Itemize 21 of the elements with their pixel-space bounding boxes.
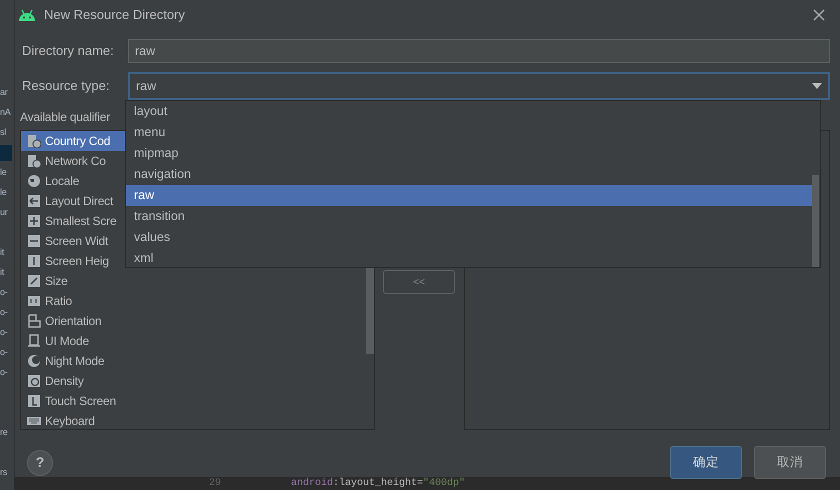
- background-text: le: [0, 166, 6, 178]
- background-text: sl: [0, 126, 6, 138]
- background-text: o-: [0, 306, 8, 318]
- background-text: re: [0, 426, 8, 438]
- background-text: o-: [0, 366, 8, 378]
- qualifiers-label: Available qualifier: [20, 109, 110, 126]
- background-text: ar: [0, 86, 8, 98]
- window-title: New Resource Directory: [44, 6, 185, 24]
- field-label: Resource type:: [22, 77, 110, 96]
- field-label: Directory name:: [22, 42, 115, 60]
- background-text: o-: [0, 286, 8, 298]
- code-line: android:layout_height="400dp": [291, 477, 466, 490]
- background-text: o-: [0, 326, 8, 338]
- background-text: nA: [0, 106, 10, 118]
- background-text: it: [0, 246, 4, 258]
- line-number: 29: [209, 477, 222, 490]
- background-text: o-: [0, 346, 8, 358]
- background-text: le: [0, 186, 6, 198]
- background-text: ur: [0, 206, 8, 218]
- background-text: rs: [0, 466, 7, 478]
- background-text: it: [0, 266, 4, 278]
